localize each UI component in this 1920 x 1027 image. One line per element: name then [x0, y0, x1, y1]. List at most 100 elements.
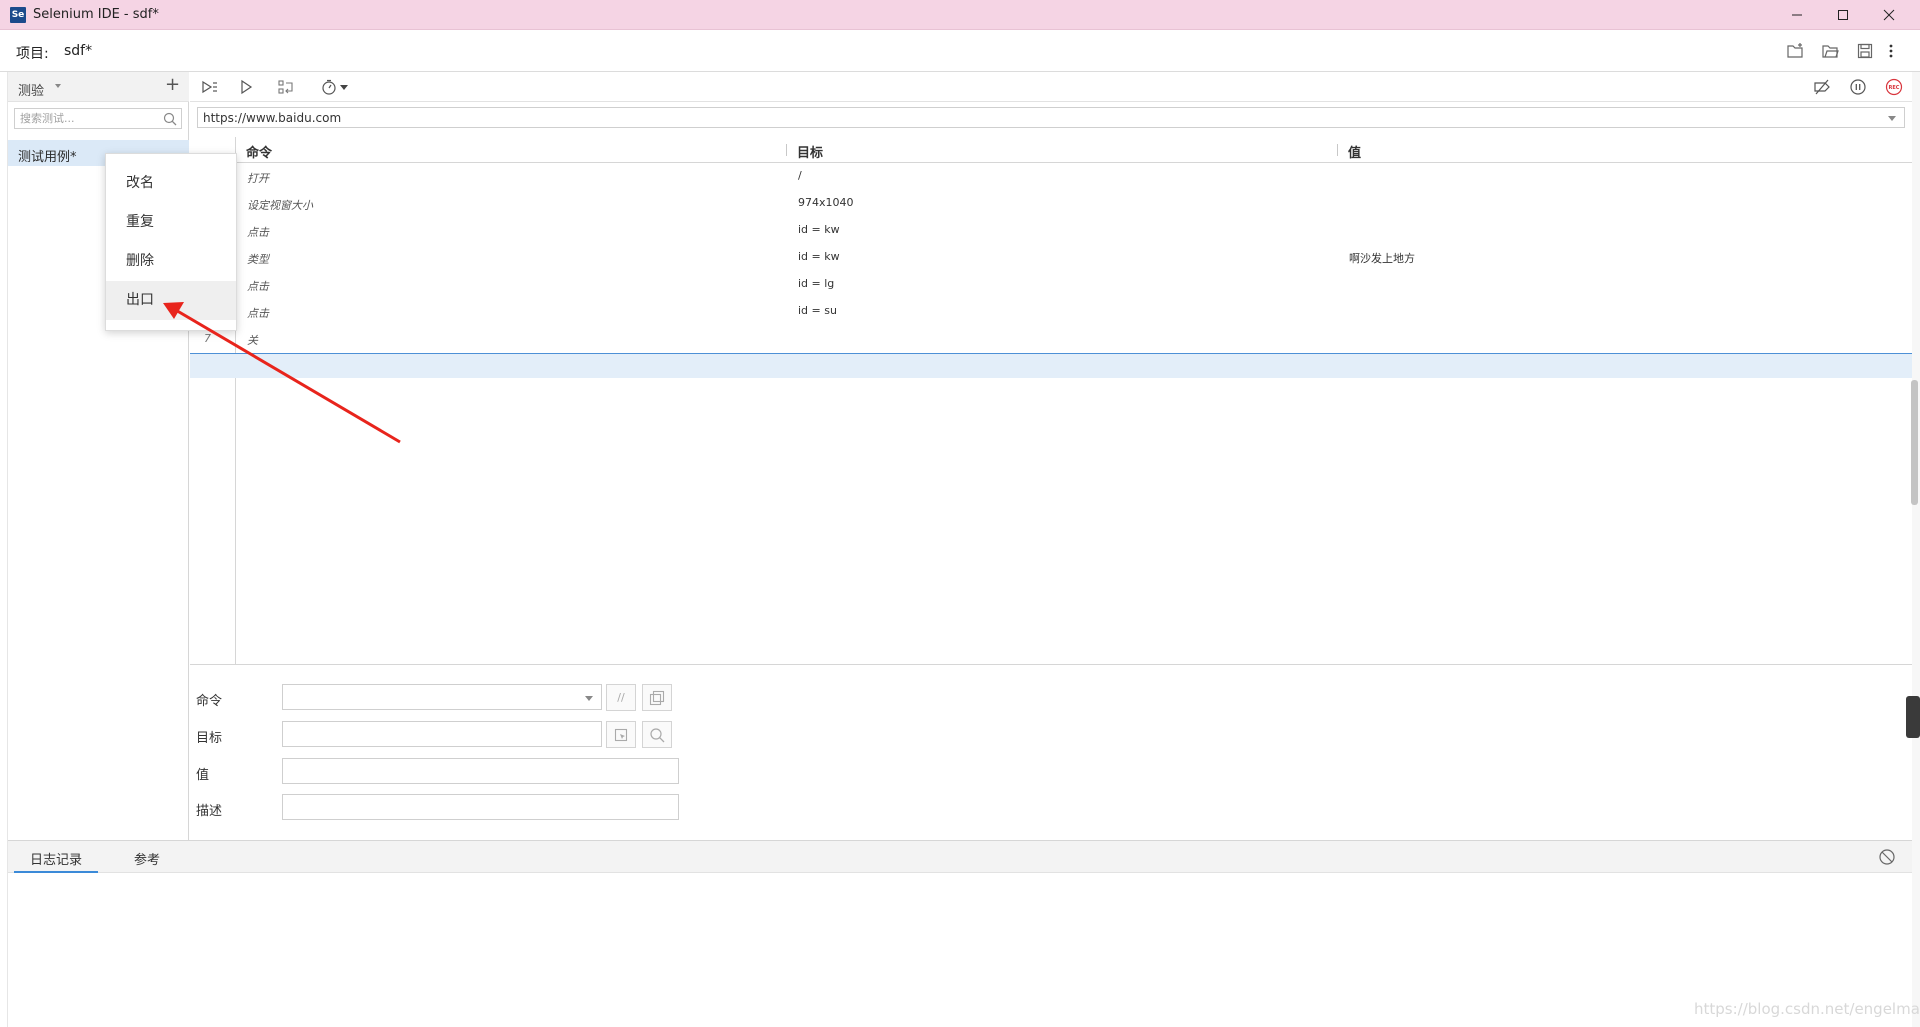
run-current-test-button[interactable] — [235, 77, 257, 97]
new-project-button[interactable] — [1784, 41, 1806, 61]
selenium-logo-icon: Se — [10, 7, 26, 23]
column-header-command: 命令 — [246, 146, 273, 161]
test-context-menu: 改名 重复 删除 出口 — [105, 153, 237, 331]
pause-on-exceptions-button[interactable] — [1847, 77, 1869, 97]
add-test-button[interactable]: + — [165, 75, 180, 95]
target-field[interactable] — [282, 721, 602, 747]
table-row[interactable]: 点击 id = su — [190, 299, 1912, 326]
close-button[interactable] — [1866, 0, 1912, 30]
row-target: id = su — [798, 304, 837, 317]
table-row[interactable]: 点击 id = lg — [190, 272, 1912, 299]
step-icon — [278, 80, 293, 94]
tab-reference[interactable]: 参考 — [134, 849, 160, 868]
run-all-tests-button[interactable] — [199, 77, 221, 97]
test-search-input[interactable] — [15, 109, 155, 128]
table-row[interactable]: 设定视窗大小 974x1040 — [190, 191, 1912, 218]
run-all-icon — [202, 80, 217, 94]
row-target: id = kw — [798, 223, 840, 236]
test-search-box — [14, 108, 182, 129]
side-panel-handle[interactable] — [1906, 696, 1920, 738]
table-row[interactable]: 打开 / — [190, 164, 1912, 191]
target-input[interactable] — [283, 722, 601, 746]
stopwatch-icon — [322, 79, 348, 95]
command-editor: 命令 // 目标 值 描述 — [190, 664, 1912, 840]
project-name[interactable]: sdf* — [64, 43, 92, 59]
window-titlebar: Se Selenium IDE - sdf* — [0, 0, 1920, 30]
maximize-icon — [1838, 10, 1848, 20]
save-project-button[interactable] — [1854, 41, 1876, 61]
command-select[interactable] — [282, 684, 602, 710]
value-input[interactable] — [283, 759, 678, 783]
minimize-button[interactable] — [1774, 0, 1820, 30]
table-row[interactable]: 点击 id = kw — [190, 218, 1912, 245]
cursor-select-icon — [614, 728, 628, 741]
row-command: 打开 — [247, 172, 269, 185]
pause-icon — [1850, 79, 1866, 95]
value-field-label: 值 — [196, 768, 210, 783]
description-field-label: 描述 — [196, 804, 223, 819]
url-dropdown-chevron-down-icon[interactable] — [1888, 116, 1896, 121]
search-icon[interactable] — [163, 112, 177, 126]
target-field-label: 目标 — [196, 731, 223, 746]
test-speed-button[interactable] — [318, 77, 352, 97]
comment-toggle-button[interactable]: // — [606, 684, 636, 711]
find-target-button[interactable] — [642, 721, 672, 748]
column-resize-handle[interactable] — [1337, 144, 1338, 156]
value-field[interactable] — [282, 758, 679, 784]
sidebar-item-label: 测试用例* — [18, 150, 77, 165]
record-button[interactable]: REC — [1883, 77, 1905, 97]
chevron-down-icon[interactable] — [55, 84, 61, 88]
right-window-edge — [1912, 72, 1920, 1027]
base-url-input[interactable] — [198, 108, 1878, 127]
command-field-label: 命令 — [196, 694, 223, 709]
row-command: 关 — [247, 334, 258, 347]
row-command: 设定视窗大小 — [247, 199, 313, 212]
menu-item-export[interactable]: 出口 — [106, 281, 236, 320]
column-header-value: 值 — [1348, 146, 1362, 161]
table-row[interactable]: 7 关 — [190, 326, 1912, 353]
base-url-box — [197, 107, 1905, 128]
chevron-down-icon[interactable] — [585, 696, 593, 701]
new-folder-icon — [1787, 43, 1803, 58]
open-project-button[interactable] — [1819, 41, 1841, 61]
sidebar-header: 测验 + — [8, 72, 189, 102]
external-link-icon — [649, 690, 665, 705]
tab-log[interactable]: 日志记录 — [13, 849, 99, 873]
table-row[interactable]: 类型 id = kw 啊沙发上地方 — [190, 245, 1912, 272]
playback-toolbar: REC — [190, 72, 1912, 102]
description-field[interactable] — [282, 794, 679, 820]
clear-log-icon[interactable] — [1878, 848, 1896, 866]
description-input[interactable] — [283, 795, 678, 819]
vertical-scrollbar-thumb[interactable] — [1911, 380, 1918, 505]
table-row-empty-selected[interactable] — [190, 353, 1912, 378]
select-target-button[interactable] — [606, 721, 636, 748]
search-icon — [650, 727, 665, 742]
column-resize-handle[interactable] — [786, 144, 787, 156]
play-icon — [241, 79, 253, 95]
menu-item-duplicate[interactable]: 重复 — [106, 203, 236, 242]
minimize-icon — [1792, 14, 1802, 16]
row-number: 7 — [204, 332, 211, 345]
breakpoint-off-icon — [1814, 79, 1830, 95]
save-icon — [1857, 43, 1873, 59]
open-reference-button[interactable] — [642, 684, 672, 711]
maximize-button[interactable] — [1820, 0, 1866, 30]
disable-breakpoints-button[interactable] — [1811, 77, 1833, 97]
more-options-button[interactable] — [1884, 41, 1898, 61]
row-value: 啊沙发上地方 — [1349, 252, 1415, 265]
menu-item-delete[interactable]: 删除 — [106, 242, 236, 281]
kebab-menu-icon — [1889, 44, 1893, 58]
row-target: / — [798, 169, 802, 182]
log-tabbar: 日志记录 参考 — [8, 841, 1912, 873]
menu-item-rename[interactable]: 改名 — [106, 164, 236, 203]
row-target: 974x1040 — [798, 196, 854, 209]
command-input[interactable] — [283, 685, 601, 709]
command-table: 命令 目标 值 打开 / 设定视窗大小 974x1040 点击 id = kw … — [190, 137, 1912, 664]
row-target: id = kw — [798, 250, 840, 263]
tests-dropdown[interactable]: 测验 — [18, 80, 44, 99]
watermark: https://blog.csdn.net/engelmag — [1694, 1000, 1920, 1018]
column-header-target: 目标 — [797, 146, 824, 161]
step-over-button[interactable] — [275, 77, 297, 97]
row-command: 点击 — [247, 226, 269, 239]
row-command: 点击 — [247, 280, 269, 293]
